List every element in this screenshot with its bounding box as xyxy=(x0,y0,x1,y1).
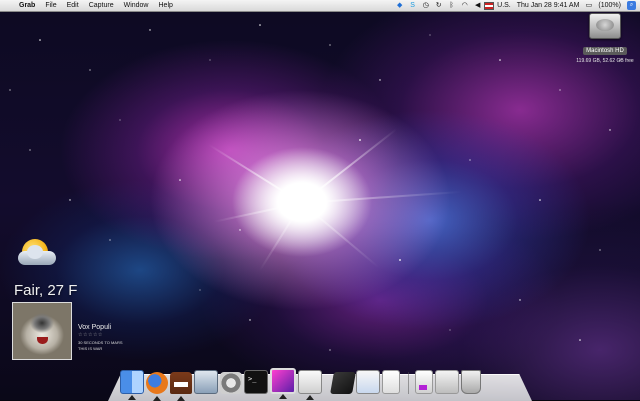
menu-edit[interactable]: Edit xyxy=(62,0,84,11)
track-artist: Vox Populi xyxy=(78,324,112,331)
menu-app-grab[interactable]: Grab xyxy=(14,0,40,11)
running-indicator xyxy=(128,395,136,400)
dock-downloads-stack-icon[interactable] xyxy=(435,370,459,394)
timemachine-icon[interactable]: ◷ xyxy=(421,1,430,10)
dock-preview-icon[interactable] xyxy=(356,370,380,394)
sync-icon[interactable]: ↻ xyxy=(434,1,443,10)
desktop-icon-macintosh-hd[interactable]: Macintosh HD 119.69 GB, 52.62 GB free xyxy=(572,13,638,64)
flag-icon[interactable] xyxy=(484,1,495,10)
track-rating[interactable]: ☆☆☆☆☆ xyxy=(78,332,103,338)
running-indicator xyxy=(177,396,185,401)
hd-label: Macintosh HD xyxy=(583,47,627,55)
input-source-label[interactable]: U.S. xyxy=(497,0,511,11)
battery-percent[interactable]: (100%) xyxy=(598,0,621,11)
dock-photoshop-icon[interactable] xyxy=(330,372,356,394)
running-indicator xyxy=(279,394,287,399)
dock-photo-booth-icon[interactable] xyxy=(270,368,296,399)
dock-finder-icon[interactable] xyxy=(120,370,144,400)
menubar-clock[interactable]: Thu Jan 28 9:41 AM xyxy=(517,0,580,11)
running-indicator xyxy=(306,395,314,400)
dock-grab-icon[interactable] xyxy=(298,370,322,400)
weather-condition-temperature: Fair, 27 F xyxy=(14,282,78,299)
hd-info: 119.69 GB, 52.62 GB free xyxy=(576,58,634,64)
dock-separator xyxy=(408,372,409,394)
dropbox-icon[interactable]: ◆ xyxy=(395,1,404,10)
dock-documents-stack-icon[interactable] xyxy=(415,370,433,394)
skype-icon[interactable]: S xyxy=(408,1,417,10)
menu-window[interactable]: Window xyxy=(119,0,154,11)
now-playing-widget[interactable]: Vox Populi ☆☆☆☆☆ 30 SECONDS TO MARS THIS… xyxy=(12,302,182,360)
track-album: 30 SECONDS TO MARS xyxy=(78,340,123,345)
menu-file[interactable]: File xyxy=(40,0,61,11)
menu-bar: Grab File Edit Capture Window Help ◆ S ◷… xyxy=(0,0,640,12)
weather-widget[interactable]: Fair, 27 F xyxy=(12,236,82,302)
spotlight-icon[interactable]: ⌕ xyxy=(627,1,636,10)
menu-capture[interactable]: Capture xyxy=(84,0,119,11)
apple-menu-icon[interactable] xyxy=(4,0,14,11)
wifi-icon[interactable]: ◠ xyxy=(460,1,469,10)
menu-help[interactable]: Help xyxy=(154,0,178,11)
track-title: THIS IS WAR xyxy=(78,346,103,351)
dock-trash-icon[interactable] xyxy=(461,370,481,394)
cloud-icon xyxy=(18,245,56,265)
bluetooth-icon[interactable]: ᛒ xyxy=(447,1,456,10)
dock-system-preferences-icon[interactable] xyxy=(220,372,242,394)
dock-terminal-icon[interactable] xyxy=(244,370,268,394)
dock-textedit-icon[interactable] xyxy=(382,370,400,394)
dock-domo-icon[interactable] xyxy=(170,372,192,401)
dock-firefox-icon[interactable] xyxy=(146,372,168,401)
dock xyxy=(120,364,520,401)
dock-itunes-icon[interactable] xyxy=(194,370,218,394)
album-art[interactable] xyxy=(12,302,72,360)
running-indicator xyxy=(153,396,161,401)
volume-icon[interactable]: ◀ xyxy=(473,1,482,10)
battery-icon[interactable]: ▭ xyxy=(584,1,593,10)
hard-drive-icon[interactable] xyxy=(589,13,621,39)
